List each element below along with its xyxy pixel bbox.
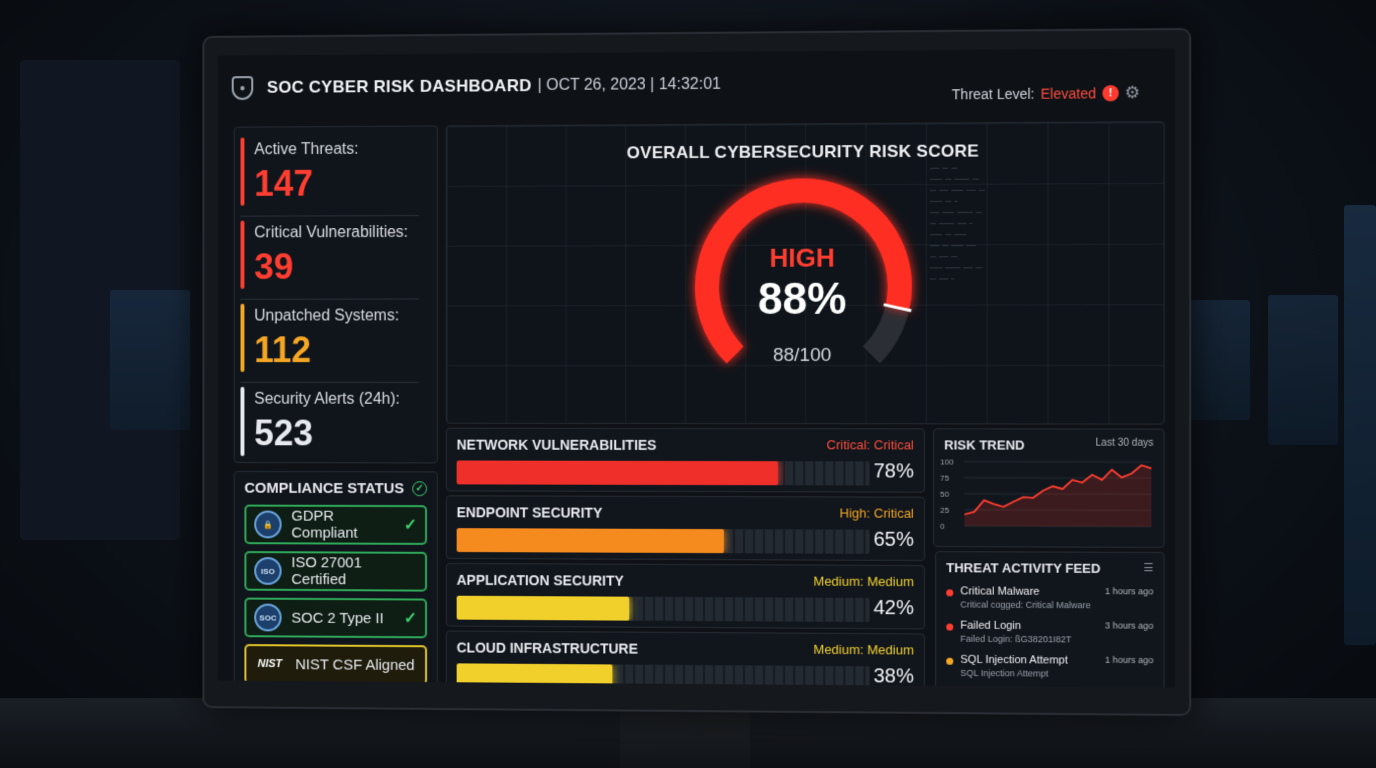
iso-icon: ISO [254,557,282,585]
metric-value: 112 [254,329,312,371]
trend-y-tick: 75 [940,474,950,483]
nist-logo: NIST [257,658,283,671]
category-progress-fill [456,663,613,688]
feed-item-time: 1 hours ago [1104,586,1154,597]
compliance-item-label: NIST CSF Aligned [295,655,415,674]
metric-label: Unpatched Systems: [254,307,400,325]
feed-item[interactable]: SQL Injection Attempt SQL Injection Atte… [946,654,1153,680]
feed-item-detail: SQL Injection Attempt [960,667,1049,679]
feed-item[interactable]: Failed Login Failed Login: ßG38201I82T 3… [946,619,1153,644]
header-datetime: | OCT 26, 2023 | 14:32:01 [537,75,721,95]
category-network-vulnerabilities[interactable]: NETWORK VULNERABILITIES Critical: Critic… [445,427,925,493]
trend-area [964,464,1152,527]
metric-active-threats[interactable]: Active Threats: 147 [240,132,420,217]
metric-label: Critical Vulnerabilities: [254,224,409,242]
monitor-stand [620,705,750,768]
category-severity: Critical: Critical [826,437,914,453]
monitor: ● SOC CYBER RISK DASHBOARD | OCT 26, 202… [202,27,1192,717]
check-icon: ✓ [403,517,418,534]
threat-activity-feed: THREAT ACTIVITY FEED ☰ Critical Malware … [935,551,1165,688]
risk-level-label: HIGH [769,242,835,273]
threat-level-label: Threat Level: [951,85,1035,103]
compliance-item-gdpr[interactable]: 🔒 GDPR Compliant ✓ [244,504,428,545]
risk-trend-range: Last 30 days [1095,437,1154,449]
metric-label: Security Alerts (24h): [254,390,400,408]
check-icon: ✓ [403,610,418,628]
metric-value: 523 [254,412,314,454]
soc-icon: SOC [254,603,282,632]
category-severity: Medium: Medium [813,641,914,658]
compliance-item-label: ISO 27001 Certified [291,554,362,589]
compliance-item-soc2[interactable]: SOC SOC 2 Type II ✓ [244,597,428,639]
category-endpoint-security[interactable]: ENDPOINT SECURITY High: Critical 65% [445,495,925,562]
dashboard-screen: ● SOC CYBER RISK DASHBOARD | OCT 26, 202… [218,48,1175,688]
metric-accent-bar [240,220,245,289]
category-progress-track [456,663,870,688]
category-progress-fill [456,595,630,621]
category-progress-track [456,528,870,554]
key-metrics-panel: Active Threats: 147 Critical Vulnerabili… [233,125,438,464]
threat-level-value: Elevated [1040,85,1097,102]
metric-value: 39 [254,246,294,287]
alert-icon[interactable]: ! [1102,85,1119,102]
category-percent: 38% [873,665,914,688]
compliance-item-label: GDPR Compliant [291,507,358,542]
background-monitor [1344,205,1376,645]
metric-security-alerts[interactable]: Security Alerts (24h): 523 [240,383,420,467]
trend-y-tick: 25 [940,506,950,515]
feed-item-time: 3 hours ago [1104,620,1154,631]
category-progress-track [456,460,870,486]
risk-score-panel: OVERALL CYBERSECURITY RISK SCORE ─── ── … [445,121,1165,425]
shield-lock-icon: ● [231,76,254,101]
background-monitor [1190,300,1250,420]
category-application-security[interactable]: APPLICATION SECURITY Medium: Medium 42% [445,562,925,630]
metric-critical-vulnerabilities[interactable]: Critical Vulnerabilities: 39 [240,216,420,300]
severity-dot [946,589,954,597]
metric-unpatched-systems[interactable]: Unpatched Systems: 112 [240,299,420,383]
trend-y-tick: 50 [940,490,950,499]
trend-y-tick: 0 [940,522,945,531]
category-progress-fill [456,460,778,486]
category-severity: High: Critical [839,505,914,521]
category-progress-fill [456,528,725,554]
check-circle-icon: ✓ [412,481,428,497]
risk-trend-chart: 100 75 50 25 0 [940,457,1157,531]
compliance-item-label: SOC 2 Type II [291,609,384,627]
compliance-status-panel: COMPLIANCE STATUS ✓ 🔒 GDPR Compliant ✓ I… [233,470,438,688]
feed-item-time: 1 hours ago [1104,654,1154,666]
category-cloud-infrastructure[interactable]: CLOUD INFRASTRUCTURE Medium: Medium 38% [445,630,925,688]
risk-score-title: OVERALL CYBERSECURITY RISK SCORE [626,141,980,163]
metric-label: Active Threats: [254,140,359,159]
gdpr-icon: 🔒 [254,510,282,539]
feed-item-detail: Failed Login: ßG38201I82T [960,633,1072,645]
metric-accent-bar [240,303,245,372]
category-percent: 78% [873,460,914,483]
category-severity: Medium: Medium [813,573,914,590]
page-title: SOC CYBER RISK DASHBOARD [266,76,532,97]
gear-icon[interactable]: ⚙ [1125,83,1141,103]
feed-item-detail: Critical cogged: Critical Malware [960,599,1091,611]
metric-value: 147 [254,162,314,204]
background-monitor [110,290,190,430]
background-monitor [1268,295,1338,445]
category-percent: 65% [873,528,914,551]
feed-title: THREAT ACTIVITY FEED [946,560,1101,576]
compliance-item-nist[interactable]: NIST NIST CSF Aligned [244,644,428,686]
metric-accent-bar [240,137,245,206]
feed-item[interactable]: Critical Malware Critical cogged: Critic… [946,585,1153,610]
threat-level-indicator: Threat Level: Elevated ! ⚙ [952,83,1140,104]
filter-menu-icon[interactable]: ☰ [1143,561,1153,574]
compliance-header: COMPLIANCE STATUS ✓ [244,479,428,498]
severity-dot [946,623,954,631]
compliance-title: COMPLIANCE STATUS [244,479,405,498]
risk-trend-panel[interactable]: RISK TREND Last 30 days 100 75 50 25 0 [933,428,1165,548]
risk-percent: 88% [757,274,847,324]
compliance-item-iso[interactable]: ISO ISO 27001 Certified [244,551,428,592]
category-progress-track [456,595,870,623]
category-percent: 42% [873,596,914,620]
metric-accent-bar [240,386,245,457]
trend-y-tick: 100 [940,457,954,466]
severity-dot [946,657,954,665]
risk-score: 88/100 [772,344,832,366]
